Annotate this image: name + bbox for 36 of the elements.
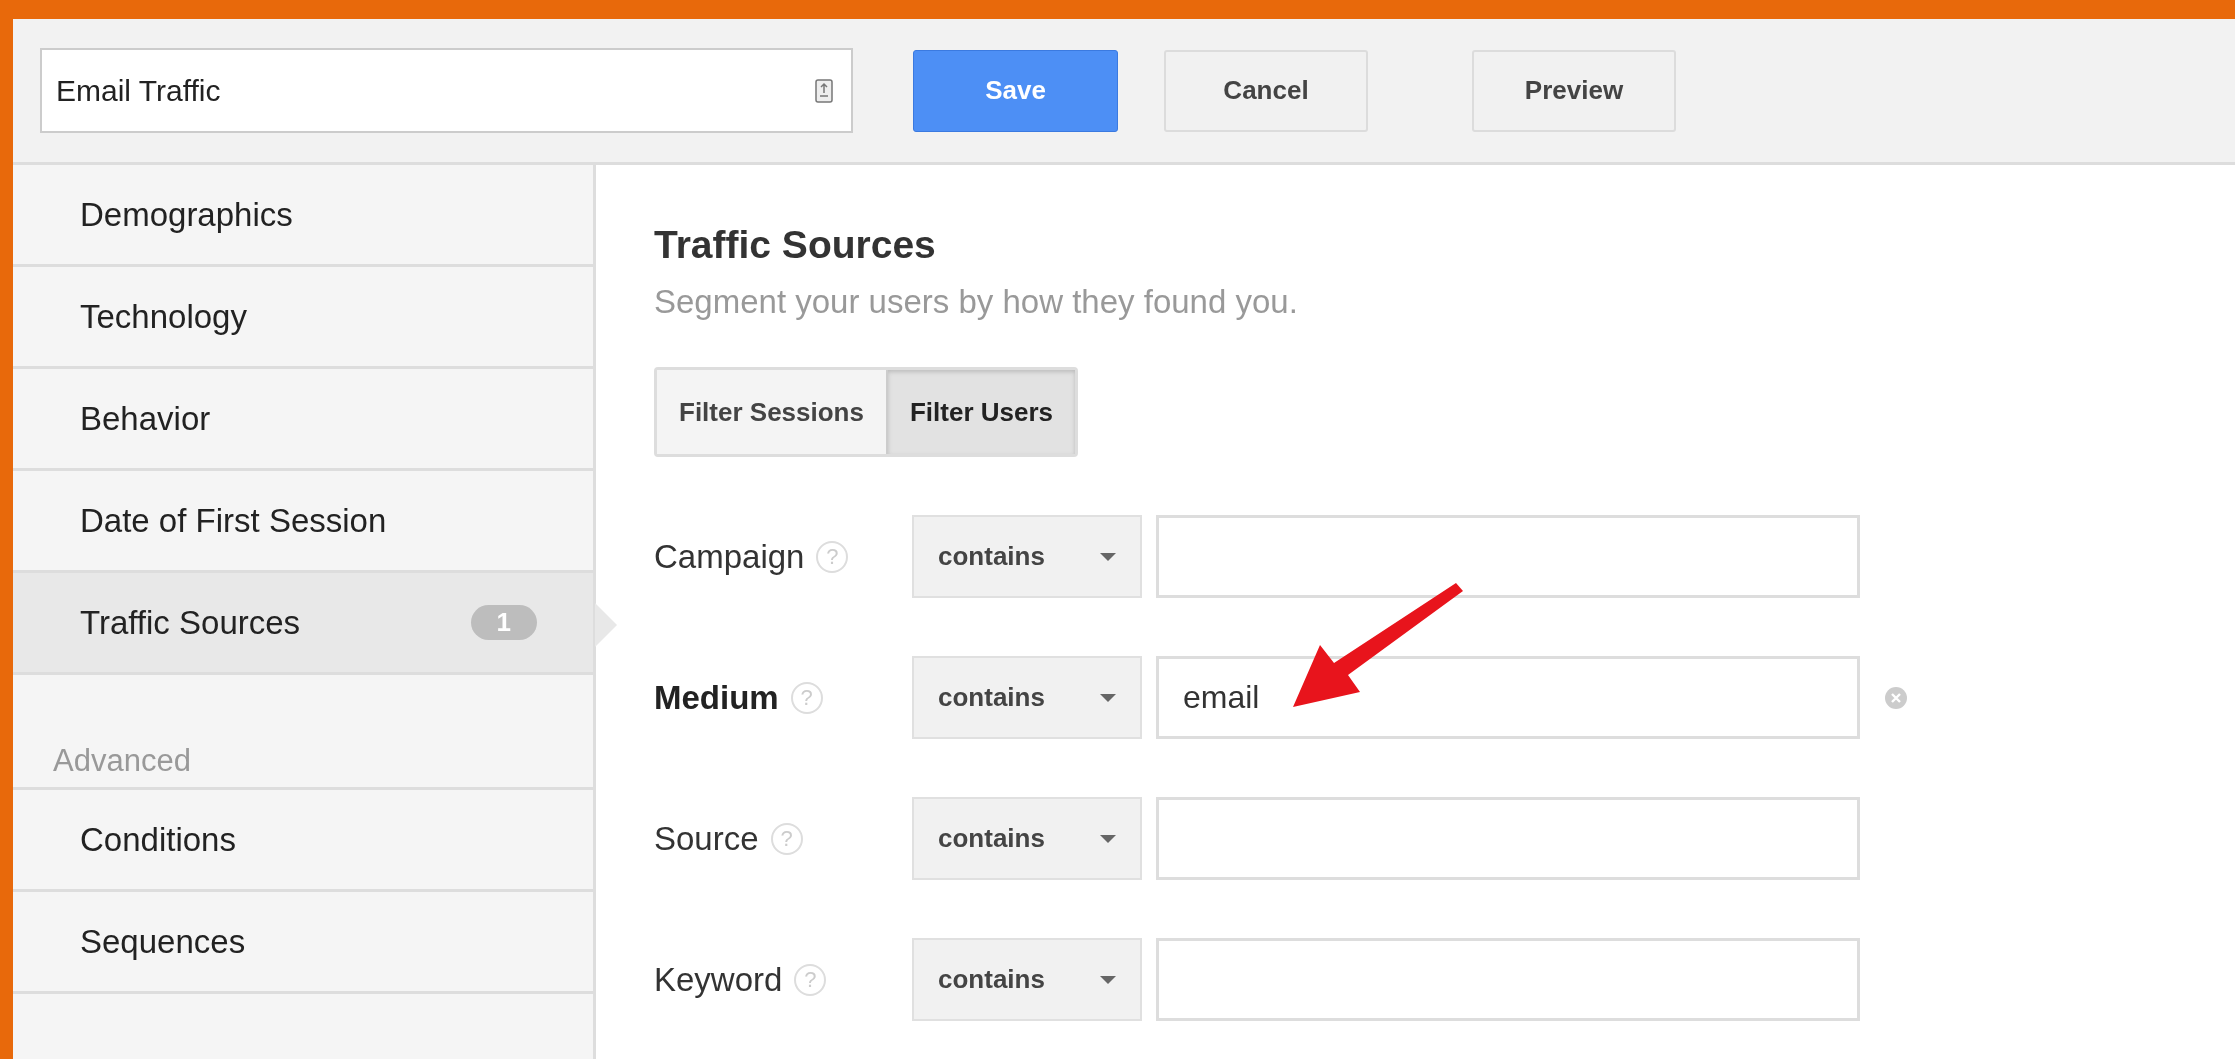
operator-dropdown[interactable]: contains: [912, 938, 1142, 1021]
filter-tab[interactable]: Filter Users: [885, 370, 1076, 454]
sidebar-item[interactable]: Technology: [13, 267, 593, 369]
value-field[interactable]: [1156, 515, 1860, 598]
sidebar-item-label: Traffic Sources: [80, 603, 302, 642]
operator-dropdown[interactable]: contains: [912, 656, 1142, 739]
toolbar-button[interactable]: Preview: [1472, 49, 1676, 132]
sidebar-item-label: Demographics: [80, 195, 294, 234]
value-field[interactable]: email: [1156, 656, 1860, 739]
field-label: Keyword: [654, 960, 783, 999]
clear-icon[interactable]: [1884, 685, 1908, 710]
sidebar-item[interactable]: Demographics: [13, 165, 593, 267]
sidebar-item-label: Behavior: [80, 399, 212, 438]
value-field[interactable]: [1156, 797, 1860, 880]
segment-name-field[interactable]: Email Traffic: [40, 48, 853, 133]
caret-icon: [1100, 834, 1116, 843]
section-label: Advanced: [13, 743, 593, 790]
operator-dropdown[interactable]: contains: [912, 797, 1142, 880]
caret-icon: [1100, 552, 1116, 561]
panel-subtitle: Segment your users by how they found you.: [654, 283, 1299, 321]
value-field[interactable]: [1156, 938, 1860, 1021]
sidebar-item[interactable]: Sequences: [13, 892, 593, 994]
document-icon[interactable]: [815, 78, 833, 103]
field-label: Campaign: [654, 537, 805, 576]
count-badge: 1: [470, 605, 537, 640]
toolbar-button[interactable]: Cancel: [1164, 49, 1368, 132]
sidebar-item-label: Date of First Session: [80, 501, 388, 540]
sidebar-item-label: Technology: [80, 297, 248, 336]
field-label: Source: [654, 819, 759, 858]
sidebar-item[interactable]: Conditions: [13, 790, 593, 892]
caret-icon: [1100, 975, 1116, 984]
field-label: Medium: [654, 678, 779, 717]
operator-dropdown[interactable]: contains: [912, 515, 1142, 598]
sidebar-item[interactable]: Behavior: [13, 369, 593, 471]
caret-icon: [1100, 693, 1116, 702]
panel-title: Traffic Sources: [654, 223, 937, 267]
